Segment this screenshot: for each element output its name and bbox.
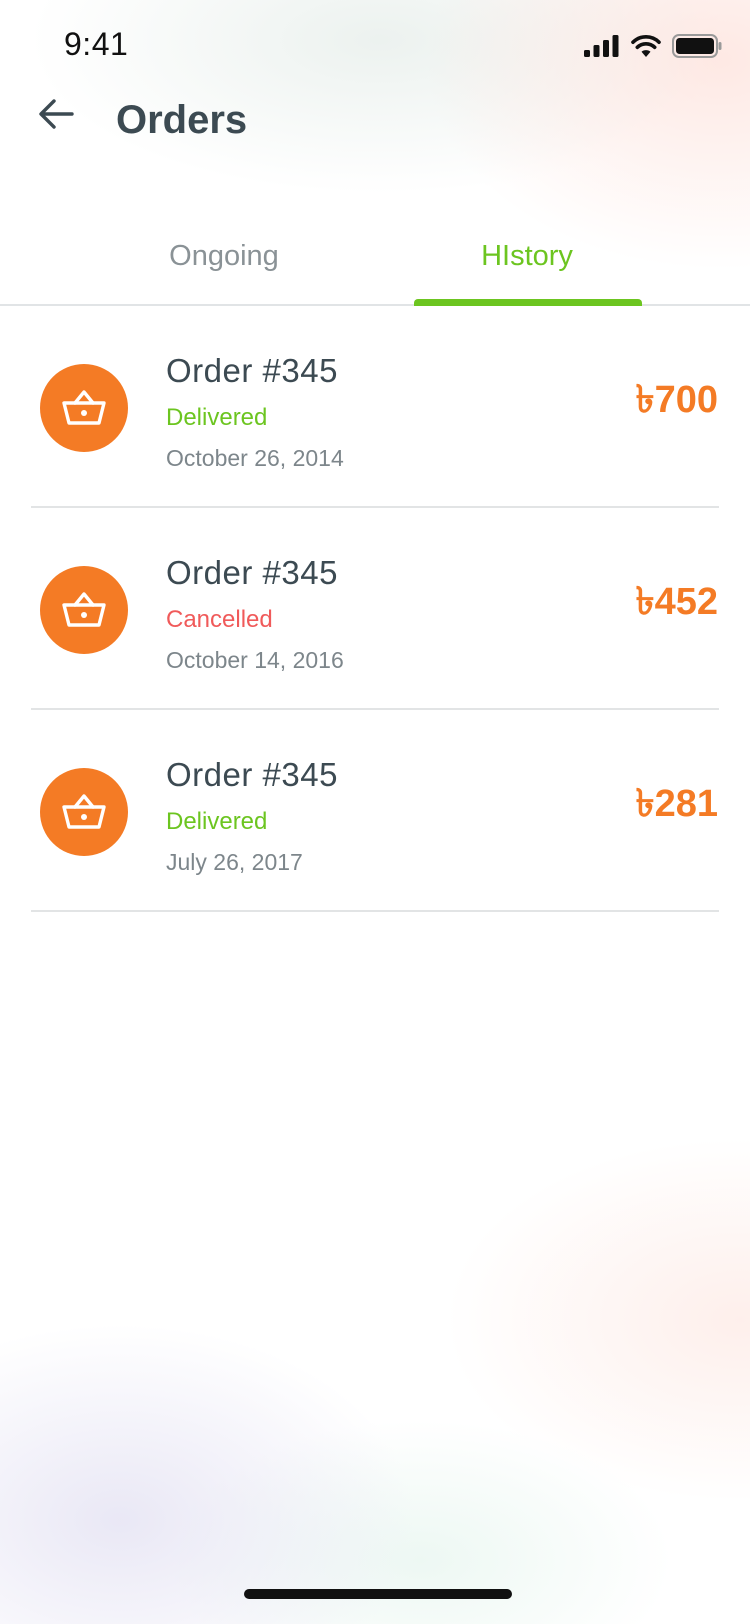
order-title: Order #345 [166,756,338,793]
basket-icon [62,390,106,425]
order-date: October 14, 2016 [166,647,344,673]
basket-icon [62,592,106,627]
order-row[interactable]: Order #345 Delivered July 26, 2017 ৳281 [0,710,750,912]
order-title: Order #345 [166,352,338,389]
order-title: Order #345 [166,554,338,591]
back-arrow-icon [39,99,74,129]
order-icon-badge [40,364,128,452]
order-amount: ৳700 [635,379,718,421]
home-indicator[interactable] [244,1589,512,1599]
order-icon-badge [40,566,128,654]
order-amount: ৳281 [635,783,718,825]
tab-ongoing[interactable]: Ongoing [109,240,339,273]
order-icon-badge [40,768,128,856]
page-title: Orders [116,98,248,142]
wifi-icon [631,35,661,57]
back-button[interactable] [34,92,78,136]
order-status: Delivered [166,404,268,431]
order-amount: ৳452 [635,581,718,623]
basket-icon [62,794,106,829]
order-status: Cancelled [166,606,273,633]
order-row[interactable]: Order #345 Delivered October 26, 2014 ৳7… [0,306,750,508]
orders-list: Order #345 Delivered October 26, 2014 ৳7… [0,306,750,912]
status-icons [584,32,722,60]
battery-icon [672,34,722,58]
order-tabs: Ongoing HIstory [0,220,750,306]
order-date: October 26, 2014 [166,445,344,471]
tab-history[interactable]: HIstory [412,240,642,273]
order-status: Delivered [166,808,268,835]
order-date: July 26, 2017 [166,849,303,875]
order-row[interactable]: Order #345 Cancelled October 14, 2016 ৳4… [0,508,750,710]
status-time: 9:41 [64,26,129,62]
active-tab-indicator [414,299,642,306]
cellular-signal-icon [584,35,619,57]
